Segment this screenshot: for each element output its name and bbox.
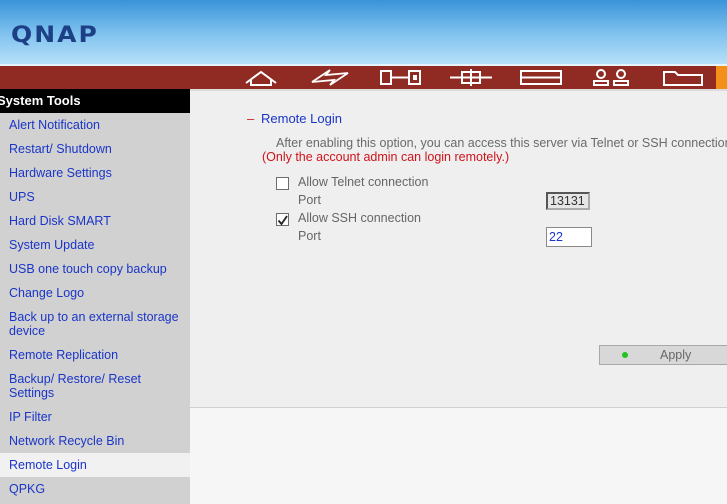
nav-accent	[716, 66, 727, 89]
sidebar-item-ups[interactable]: UPS	[0, 185, 190, 209]
ssh-port-label: Port	[298, 229, 321, 243]
nav-bar	[0, 66, 727, 89]
header-banner: QNAP	[0, 0, 727, 64]
sidebar-title: System Tools	[0, 89, 190, 113]
description-text: After enabling this option, you can acce…	[276, 136, 727, 150]
sidebar-item-remote-login[interactable]: Remote Login	[0, 453, 190, 477]
section-title: – Remote Login	[247, 111, 342, 126]
sidebar-item-remote-replication[interactable]: Remote Replication	[0, 343, 190, 367]
sidebar-item-external-backup[interactable]: Back up to an external storage device	[0, 305, 190, 343]
main-panel: – Remote Login After enabling this optio…	[190, 89, 727, 504]
sidebar-item-system-update[interactable]: System Update	[0, 233, 190, 257]
ssh-label: Allow SSH connection	[298, 211, 421, 225]
sidebar-item-ip-filter[interactable]: IP Filter	[0, 405, 190, 429]
checkmark-icon	[277, 215, 288, 226]
sidebar-item-alert-notification[interactable]: Alert Notification	[0, 113, 190, 137]
ssh-checkbox[interactable]	[276, 213, 289, 226]
apply-label: Apply	[660, 348, 692, 362]
section-collapse-dash[interactable]: –	[247, 111, 254, 126]
storage-icon[interactable]	[520, 68, 562, 87]
sidebar-item-restart-shutdown[interactable]: Restart/ Shutdown	[0, 137, 190, 161]
sidebar-item-hardware-settings[interactable]: Hardware Settings	[0, 161, 190, 185]
ssh-port-input[interactable]	[546, 227, 592, 247]
telnet-port-label: Port	[298, 193, 321, 207]
sidebar: System Tools Alert Notification Restart/…	[0, 89, 190, 504]
folder-icon[interactable]	[662, 68, 704, 87]
section-title-text: Remote Login	[261, 111, 342, 126]
sidebar-item-change-logo[interactable]: Change Logo	[0, 281, 190, 305]
main-bottom-area	[190, 408, 727, 504]
sidebar-item-usb-copy-backup[interactable]: USB one touch copy backup	[0, 257, 190, 281]
telnet-label: Allow Telnet connection	[298, 175, 429, 189]
qnap-logo: QNAP	[11, 21, 99, 48]
warning-text: (Only the account admin can login remote…	[262, 150, 510, 164]
network-icon[interactable]	[380, 68, 422, 87]
main-top-divider	[190, 89, 727, 91]
telnet-port-input[interactable]	[546, 192, 590, 210]
sidebar-item-hard-disk-smart[interactable]: Hard Disk SMART	[0, 209, 190, 233]
lightning-icon[interactable]	[310, 68, 350, 87]
apply-button[interactable]: Apply	[599, 345, 727, 365]
sidebar-item-qpkg[interactable]: QPKG	[0, 477, 190, 501]
home-icon[interactable]	[243, 68, 279, 87]
status-dot-icon	[622, 352, 628, 358]
users-icon[interactable]	[592, 68, 632, 87]
sidebar-item-network-recycle-bin[interactable]: Network Recycle Bin	[0, 429, 190, 453]
sidebar-item-backup-restore-reset[interactable]: Backup/ Restore/ Reset Settings	[0, 367, 190, 405]
plug-icon[interactable]	[450, 68, 492, 87]
telnet-checkbox[interactable]	[276, 177, 289, 190]
